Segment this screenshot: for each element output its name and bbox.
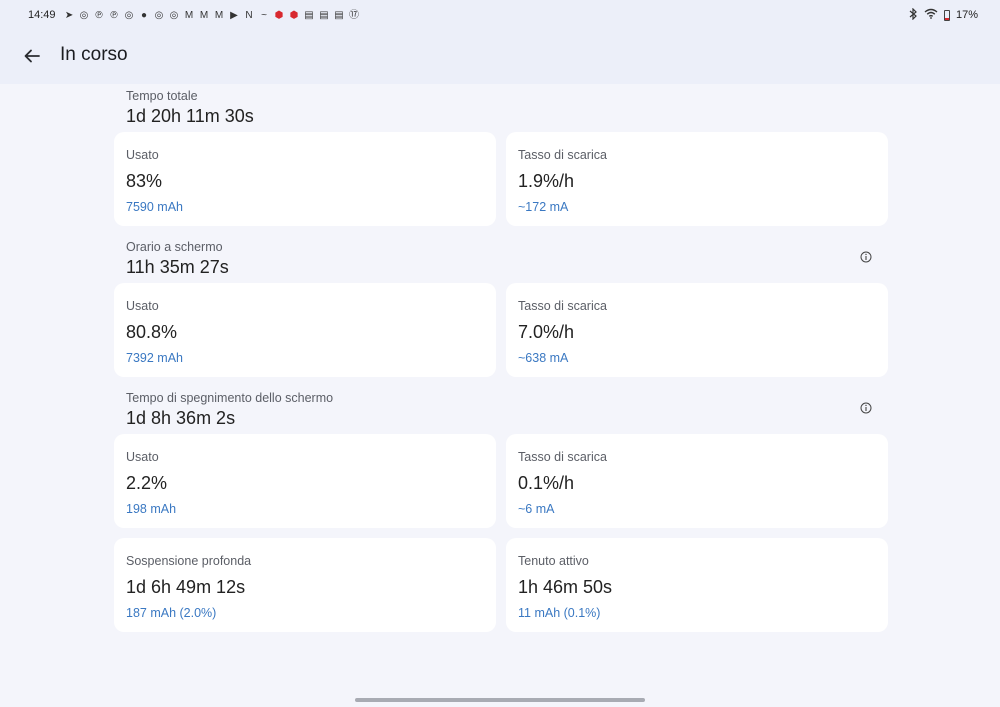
card-value: 1h 46m 50s [518, 577, 613, 597]
info-icon[interactable] [860, 402, 872, 414]
bluetooth-icon [908, 7, 918, 23]
card-label: Sospensione profonda [126, 554, 252, 568]
instagram-icon: ◎ [154, 9, 164, 21]
section-label: Tempo di spegnimento dello schermo [126, 391, 334, 405]
back-button[interactable] [18, 42, 46, 70]
amazon-icon: ~ [261, 9, 267, 21]
card-sub: ~638 mA [518, 351, 569, 365]
card-deep-sleep: Sospensione profonda 1d 6h 49m 12s 187 m… [114, 538, 496, 632]
card-sub: ~6 mA [518, 502, 555, 516]
instagram-icon: ◎ [124, 9, 134, 21]
reddit-icon: ● [141, 9, 148, 21]
card-label: Tasso di scarica [518, 148, 607, 162]
battery-percent: 17% [955, 9, 978, 21]
status-bar: 14:49 ➤ ◎ ℗ ℗ ◎ ● ◎ ◎ M M M ▶ N ~ ⬢ ⬢ ▤ ▤ ▤ ⑰ 17% [0, 0, 1000, 30]
status-right: 17% [908, 7, 978, 23]
section-value: 1d 8h 36m 2s [126, 408, 236, 428]
card-screen-on-rate: Tasso di scarica 7.0%/h ~638 mA [506, 283, 888, 377]
card-sub: 198 mAh [126, 502, 177, 516]
info-icon[interactable] [860, 251, 872, 263]
pinterest-icon: ℗ [95, 9, 103, 21]
instagram-icon: ◎ [169, 9, 179, 21]
card-sub: 7590 mAh [126, 200, 183, 214]
section-value: 11h 35m 27s [126, 257, 229, 277]
card-label: Tenuto attivo [518, 554, 589, 568]
card-value: 1d 6h 49m 12s [126, 577, 246, 597]
netflix-icon: N [245, 9, 253, 21]
card-screen-on-used: Usato 80.8% 7392 mAh [114, 283, 496, 377]
card-screen-off-rate: Tasso di scarica 0.1%/h ~6 mA [506, 434, 888, 528]
card-sub: ~172 mA [518, 200, 569, 214]
section-label: Orario a schermo [126, 240, 223, 254]
card-value: 0.1%/h [518, 473, 575, 493]
gmail-icon: M [214, 9, 224, 21]
card-kept-awake: Tenuto attivo 1h 46m 50s 11 mAh (0.1%) [506, 538, 888, 632]
instagram-icon: ◎ [79, 9, 89, 21]
section-screen-off-time: Tempo di spegnimento dello schermo 1d 8h… [126, 390, 886, 429]
calendar-17-icon: ⑰ [349, 9, 360, 21]
gesture-navigation-bar[interactable] [355, 698, 645, 702]
card-total-rate: Tasso di scarica 1.9%/h ~172 mA [506, 132, 888, 226]
gmail-icon: M [184, 9, 194, 21]
news-icon: ▤ [304, 9, 314, 21]
youtube-icon: ▶ [230, 9, 238, 21]
card-sub: 7392 mAh [126, 351, 183, 365]
wifi-icon [924, 8, 938, 22]
news-icon: ▤ [334, 9, 344, 21]
section-total-time: Tempo totale 1d 20h 11m 30s [126, 88, 886, 127]
section-screen-on-time: Orario a schermo 11h 35m 27s [126, 239, 886, 278]
notification-icons: ➤ ◎ ℗ ℗ ◎ ● ◎ ◎ M M M ▶ N ~ ⬢ ⬢ ▤ ▤ ▤ ⑰ [64, 10, 360, 21]
card-label: Usato [126, 148, 159, 162]
card-value: 1.9%/h [518, 171, 575, 191]
card-value: 7.0%/h [518, 322, 575, 342]
status-time: 14:49 [28, 9, 56, 21]
card-sub: 187 mAh (2.0%) [126, 606, 217, 620]
section-label: Tempo totale [126, 89, 198, 103]
pinterest-icon: ℗ [110, 9, 118, 21]
card-label: Usato [126, 299, 159, 313]
card-screen-off-used: Usato 2.2% 198 mAh [114, 434, 496, 528]
card-total-used: Usato 83% 7590 mAh [114, 132, 496, 226]
card-sub: 11 mAh (0.1%) [518, 606, 601, 620]
section-value: 1d 20h 11m 30s [126, 106, 254, 126]
card-label: Usato [126, 450, 159, 464]
card-value: 83% [126, 171, 163, 191]
gmail-icon: M [199, 9, 209, 21]
card-value: 80.8% [126, 322, 178, 342]
app-bar: In corso [0, 30, 1000, 84]
app-red-icon: ⬢ [274, 9, 284, 21]
card-label: Tasso di scarica [518, 299, 607, 313]
arrow-left-icon [24, 49, 40, 63]
app-red-icon: ⬢ [289, 9, 299, 21]
telegram-icon: ➤ [64, 9, 74, 21]
page-title: In corso [60, 44, 128, 65]
battery-icon [943, 9, 950, 21]
card-label: Tasso di scarica [518, 450, 607, 464]
news-icon: ▤ [319, 9, 329, 21]
card-value: 2.2% [126, 473, 168, 493]
